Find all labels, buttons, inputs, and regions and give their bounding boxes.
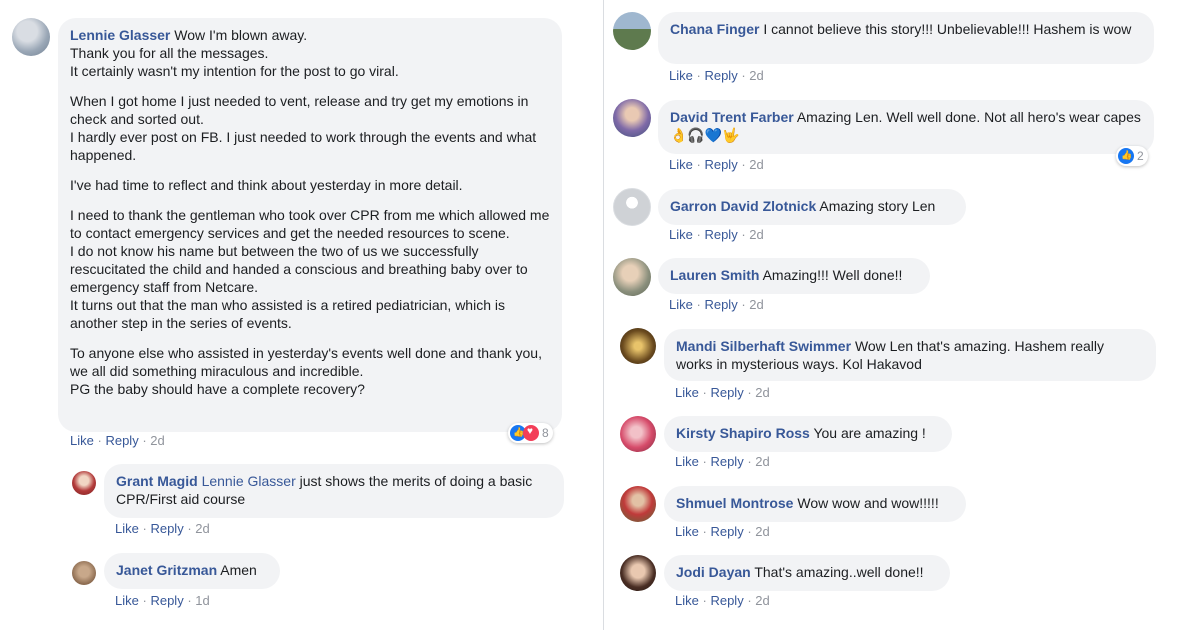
comment-author[interactable]: Jodi Dayan — [676, 564, 751, 580]
comment-author[interactable]: David Trent Farber — [670, 109, 794, 125]
reply-link[interactable]: Reply — [704, 297, 737, 312]
like-reaction-icon — [1118, 148, 1134, 164]
avatar[interactable] — [613, 188, 651, 226]
timestamp[interactable]: 2d — [755, 593, 769, 608]
comment-bubble: Grant Magid Lennie Glasser just shows th… — [104, 464, 564, 518]
comment-text: Amazing story Len — [819, 198, 936, 214]
comment-author[interactable]: Lennie Glasser — [70, 27, 170, 43]
avatar[interactable] — [613, 99, 651, 137]
timestamp[interactable]: 2d — [150, 433, 164, 448]
comment-bubble: Janet Gritzman Amen — [104, 553, 280, 589]
comment-paragraph: I've had time to reflect and think about… — [70, 177, 463, 193]
comment-author[interactable]: Garron David Zlotnick — [670, 198, 816, 214]
avatar[interactable] — [613, 12, 651, 50]
comment-author[interactable]: Kirsty Shapiro Ross — [676, 425, 810, 441]
timestamp[interactable]: 2d — [749, 227, 763, 242]
timestamp[interactable]: 2d — [195, 521, 209, 536]
comment-actions: Like · Reply · 2d — [70, 433, 165, 448]
comment-paragraph: To anyone else who assisted in yesterday… — [70, 345, 542, 397]
comment-bubble: Kirsty Shapiro Ross You are amazing ! — [664, 416, 952, 452]
avatar[interactable] — [620, 486, 656, 522]
like-link[interactable]: Like — [115, 521, 139, 536]
comment-paragraph: Lennie Glasser Wow I'm blown away. Thank… — [70, 27, 399, 79]
comment-bubble: David Trent Farber Amazing Len. Well wel… — [658, 100, 1154, 154]
reply-link[interactable]: Reply — [150, 521, 183, 536]
avatar[interactable] — [72, 471, 96, 495]
comment-paragraph: I need to thank the gentleman who took o… — [70, 207, 550, 331]
comment-author[interactable]: Lauren Smith — [670, 267, 759, 283]
timestamp[interactable]: 1d — [195, 593, 209, 608]
reply-link[interactable]: Reply — [704, 227, 737, 242]
comment-actions: Like · Reply · 2d — [669, 227, 764, 242]
love-reaction-icon — [523, 425, 539, 441]
like-link[interactable]: Like — [669, 227, 693, 242]
comment-author[interactable]: Mandi Silberhaft Swimmer — [676, 338, 851, 354]
timestamp[interactable]: 2d — [755, 454, 769, 469]
comment-author[interactable]: Shmuel Montrose — [676, 495, 793, 511]
comment-bubble: Jodi Dayan That's amazing..well done!! — [664, 555, 950, 591]
comment-text: Amen — [220, 562, 257, 578]
like-link[interactable]: Like — [669, 68, 693, 83]
comment-paragraph: When I got home I just needed to vent, r… — [70, 93, 537, 163]
comment-actions: Like · Reply · 2d — [675, 385, 770, 400]
reply-link[interactable]: Reply — [710, 385, 743, 400]
timestamp[interactable]: 2d — [755, 524, 769, 539]
comment-text: I cannot believe this story!!! Unbelieva… — [763, 21, 1132, 37]
reaction-summary[interactable]: 8 — [508, 423, 553, 443]
comment-text: Wow wow and wow!!!!! — [797, 495, 939, 511]
comment-bubble: Lauren Smith Amazing!!! Well done!! — [658, 258, 930, 294]
comment-actions: Like · Reply · 2d — [669, 157, 764, 172]
comment-bubble: Lennie Glasser Wow I'm blown away. Thank… — [58, 18, 562, 432]
column-divider — [603, 0, 604, 630]
like-link[interactable]: Like — [675, 385, 699, 400]
like-link[interactable]: Like — [669, 157, 693, 172]
avatar[interactable] — [613, 258, 651, 296]
comment-author[interactable]: Grant Magid — [116, 473, 198, 489]
comment-actions: Like · Reply · 2d — [669, 68, 764, 83]
timestamp[interactable]: 2d — [749, 157, 763, 172]
reply-link[interactable]: Reply — [710, 524, 743, 539]
reaction-summary[interactable]: 2 — [1116, 146, 1148, 166]
like-link[interactable]: Like — [669, 297, 693, 312]
timestamp[interactable]: 2d — [755, 385, 769, 400]
like-link[interactable]: Like — [115, 593, 139, 608]
like-link[interactable]: Like — [675, 524, 699, 539]
comment-actions: Like · Reply · 2d — [669, 297, 764, 312]
reply-link[interactable]: Reply — [704, 157, 737, 172]
reaction-count: 2 — [1137, 149, 1144, 163]
reply-link[interactable]: Reply — [710, 454, 743, 469]
comment-bubble: Garron David Zlotnick Amazing story Len — [658, 189, 966, 225]
comment-text: You are amazing ! — [813, 425, 926, 441]
reply-link[interactable]: Reply — [710, 593, 743, 608]
avatar[interactable] — [72, 561, 96, 585]
comment-text: Amazing!!! Well done!! — [762, 267, 903, 283]
comment-actions: Like · Reply · 1d — [115, 593, 210, 608]
reaction-count: 8 — [542, 426, 549, 440]
comment-actions: Like · Reply · 2d — [675, 454, 770, 469]
reply-link[interactable]: Reply — [105, 433, 138, 448]
comment-bubble: Shmuel Montrose Wow wow and wow!!!!! — [664, 486, 966, 522]
comment-text: That's amazing..well done!! — [754, 564, 924, 580]
comment-bubble: Chana Finger I cannot believe this story… — [658, 12, 1154, 64]
reply-link[interactable]: Reply — [150, 593, 183, 608]
avatar[interactable] — [620, 416, 656, 452]
reply-link[interactable]: Reply — [704, 68, 737, 83]
comment-actions: Like · Reply · 2d — [675, 524, 770, 539]
avatar[interactable] — [620, 328, 656, 364]
comment-author[interactable]: Janet Gritzman — [116, 562, 217, 578]
comment-actions: Like · Reply · 2d — [675, 593, 770, 608]
comment-actions: Like · Reply · 2d — [115, 521, 210, 536]
like-link[interactable]: Like — [70, 433, 94, 448]
avatar[interactable] — [12, 18, 50, 56]
timestamp[interactable]: 2d — [749, 297, 763, 312]
avatar[interactable] — [620, 555, 656, 591]
like-link[interactable]: Like — [675, 593, 699, 608]
mention-link[interactable]: Lennie Glasser — [202, 473, 296, 489]
timestamp[interactable]: 2d — [749, 68, 763, 83]
comment-author[interactable]: Chana Finger — [670, 21, 759, 37]
comment-bubble: Mandi Silberhaft Swimmer Wow Len that's … — [664, 329, 1156, 381]
like-link[interactable]: Like — [675, 454, 699, 469]
